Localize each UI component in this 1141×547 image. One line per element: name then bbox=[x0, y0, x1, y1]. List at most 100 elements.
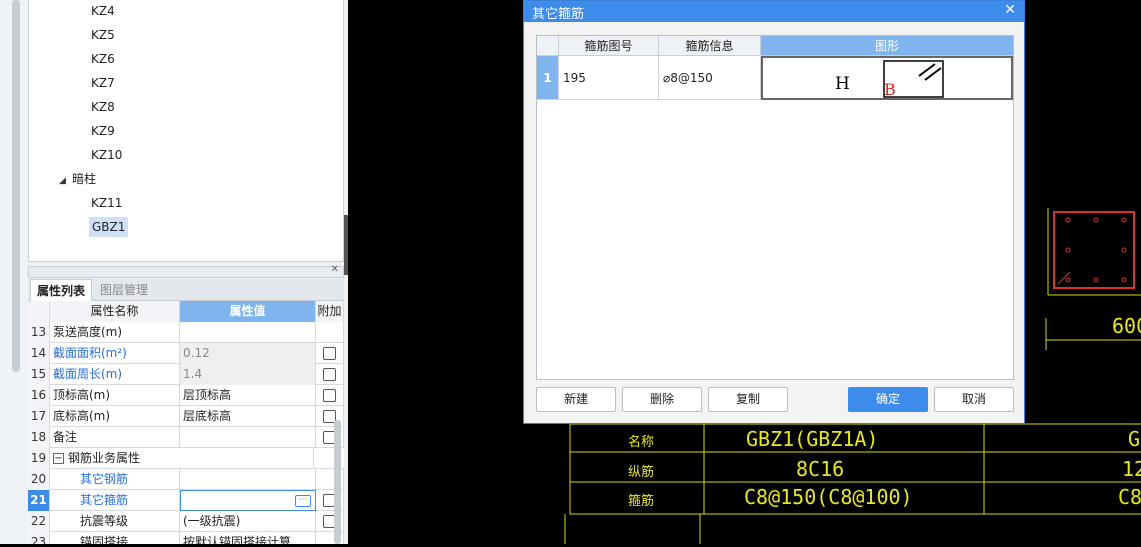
row-value[interactable]: (一级抗震) bbox=[180, 511, 316, 532]
figure-cell[interactable]: H B bbox=[761, 56, 1013, 100]
tab-attribute-list[interactable]: 属性列表 bbox=[30, 279, 93, 301]
add-checkbox[interactable] bbox=[323, 389, 336, 402]
table-row: 22 抗震等级 (一级抗震) bbox=[28, 511, 344, 532]
tree-item-kz4[interactable]: KZ4 bbox=[91, 1, 115, 21]
table-row: 16 顶标高(m) 层顶标高 bbox=[28, 385, 344, 406]
row-name: 备注 bbox=[50, 427, 180, 448]
row-value: 0.12 bbox=[180, 343, 316, 364]
left-panel: KZ4 KZ5 KZ6 KZ7 KZ8 KZ9 KZ10 ◢ 暗柱 KZ11 G… bbox=[0, 0, 348, 544]
tree-item-kz11[interactable]: KZ11 bbox=[91, 193, 122, 213]
row-value[interactable] bbox=[180, 469, 316, 490]
row-value[interactable] bbox=[180, 322, 316, 343]
group-label: 钢筋业务属性 bbox=[68, 451, 141, 465]
row-num: 23 bbox=[28, 532, 50, 544]
row-name: 泵送高度(m) bbox=[50, 322, 180, 343]
stirrup-figure: H B bbox=[835, 60, 944, 98]
row-num: 14 bbox=[28, 343, 50, 364]
cad-long-label: 纵筋 bbox=[628, 464, 654, 480]
row-num: 20 bbox=[28, 469, 50, 490]
tree-item-kz6[interactable]: KZ6 bbox=[91, 49, 115, 69]
row-name: 其它箍筋 bbox=[50, 490, 180, 511]
cad-stirrup-label: 箍筋 bbox=[628, 493, 654, 509]
dialog-titlebar[interactable]: 其它箍筋 ✕ bbox=[524, 1, 1024, 22]
close-icon[interactable]: ✕ bbox=[331, 264, 339, 275]
cad-right-stirrup: C8 bbox=[1118, 485, 1141, 509]
add-checkbox[interactable] bbox=[323, 368, 336, 381]
cad-dimension-value: 600 bbox=[1112, 314, 1141, 338]
tree-item-gbz1[interactable]: GBZ1 bbox=[89, 217, 129, 237]
row-num: 13 bbox=[28, 322, 50, 343]
delete-button[interactable]: 删除 bbox=[622, 387, 702, 412]
cad-right-name: G bbox=[1128, 427, 1140, 451]
row-name: 顶标高(m) bbox=[50, 385, 180, 406]
row-name[interactable]: − 钢筋业务属性 bbox=[50, 448, 314, 469]
other-stirrup-input[interactable]: ··· bbox=[180, 490, 316, 511]
outer-scrollbar[interactable] bbox=[12, 0, 20, 372]
row-add bbox=[316, 343, 344, 364]
row-name: 其它钢筋 bbox=[50, 469, 180, 490]
cancel-button[interactable]: 取消 bbox=[934, 387, 1014, 412]
cad-stirrup-value: C8@150(C8@100) bbox=[744, 485, 913, 509]
collapse-caret-icon[interactable]: ◢ bbox=[59, 176, 66, 186]
row-name: 截面面积(m²) bbox=[50, 343, 180, 364]
header-num bbox=[28, 301, 50, 322]
tab-layer-management[interactable]: 图层管理 bbox=[94, 279, 154, 301]
row-name: 抗震等级 bbox=[50, 511, 180, 532]
new-button[interactable]: 新建 bbox=[536, 387, 616, 412]
header-info: 箍筋信息 bbox=[659, 36, 761, 56]
tree-item-kz5[interactable]: KZ5 bbox=[91, 25, 115, 45]
row-num: 1 bbox=[537, 56, 559, 100]
header-name: 属性名称 bbox=[50, 301, 180, 322]
stirrup-table: 箍筋图号 箍筋信息 图形 1 195 ⌀8@150 H B bbox=[536, 35, 1014, 380]
row-num: 19 bbox=[28, 448, 50, 469]
dialog-title: 其它箍筋 bbox=[532, 7, 585, 22]
tree-group-hidden-column[interactable]: 暗柱 bbox=[72, 169, 96, 189]
property-tabs: 属性列表 图层管理 bbox=[28, 279, 344, 301]
row-value[interactable] bbox=[180, 427, 316, 448]
property-panel-header: ✕ bbox=[28, 264, 344, 278]
other-stirrup-dialog: 其它箍筋 ✕ 箍筋图号 箍筋信息 图形 1 195 ⌀8@150 H B 新建 … bbox=[523, 0, 1025, 424]
header-num bbox=[537, 36, 559, 56]
row-value[interactable]: 按默认锚固搭接计算 bbox=[180, 532, 316, 544]
row-add bbox=[316, 322, 344, 343]
row-add bbox=[316, 364, 344, 385]
close-icon[interactable]: ✕ bbox=[1004, 2, 1016, 18]
cad-name-label: 名称 bbox=[628, 434, 654, 450]
row-add bbox=[316, 385, 344, 406]
table-row: 17 底标高(m) 层底标高 bbox=[28, 406, 344, 427]
table-row: 21 其它箍筋 ··· bbox=[28, 490, 344, 511]
figure-label-h: H bbox=[835, 74, 850, 94]
shape-no-cell[interactable]: 195 bbox=[559, 56, 659, 100]
row-name: 截面周长(m) bbox=[50, 364, 180, 385]
property-table: 属性名称 属性值 附加 13 泵送高度(m) 14 截面面积(m²) 0.12 … bbox=[28, 301, 344, 544]
row-num: 22 bbox=[28, 511, 50, 532]
header-value: 属性值 bbox=[180, 301, 316, 322]
more-options-icon[interactable]: ··· bbox=[295, 495, 311, 507]
collapse-minus-icon[interactable]: − bbox=[53, 453, 64, 464]
row-name: 底标高(m) bbox=[50, 406, 180, 427]
header-shape-no: 箍筋图号 bbox=[559, 36, 659, 56]
add-checkbox[interactable] bbox=[323, 347, 336, 360]
table-row: 20 其它钢筋 bbox=[28, 469, 344, 490]
row-value[interactable]: 层顶标高 bbox=[180, 385, 316, 406]
property-scrollbar[interactable] bbox=[334, 420, 341, 544]
table-row: 13 泵送高度(m) bbox=[28, 322, 344, 343]
component-tree: KZ4 KZ5 KZ6 KZ7 KZ8 KZ9 KZ10 ◢ 暗柱 KZ11 G… bbox=[28, 0, 344, 262]
table-row: 18 备注 bbox=[28, 427, 344, 448]
stirrup-info-cell[interactable]: ⌀8@150 bbox=[659, 56, 761, 100]
tree-item-kz10[interactable]: KZ10 bbox=[91, 145, 122, 165]
row-num: 15 bbox=[28, 364, 50, 385]
row-num: 18 bbox=[28, 427, 50, 448]
copy-button[interactable]: 复制 bbox=[708, 387, 788, 412]
tree-item-kz8[interactable]: KZ8 bbox=[91, 97, 115, 117]
tree-item-kz7[interactable]: KZ7 bbox=[91, 73, 115, 93]
header-add: 附加 bbox=[316, 301, 344, 322]
table-row: 19 − 钢筋业务属性 bbox=[28, 448, 344, 469]
ok-button[interactable]: 确定 bbox=[848, 387, 928, 412]
row-value[interactable]: 层底标高 bbox=[180, 406, 316, 427]
tree-item-kz9[interactable]: KZ9 bbox=[91, 121, 115, 141]
row-num: 17 bbox=[28, 406, 50, 427]
table-row: 14 截面面积(m²) 0.12 bbox=[28, 343, 344, 364]
row-num: 21 bbox=[28, 490, 50, 511]
figure-label-b: B bbox=[884, 80, 896, 98]
